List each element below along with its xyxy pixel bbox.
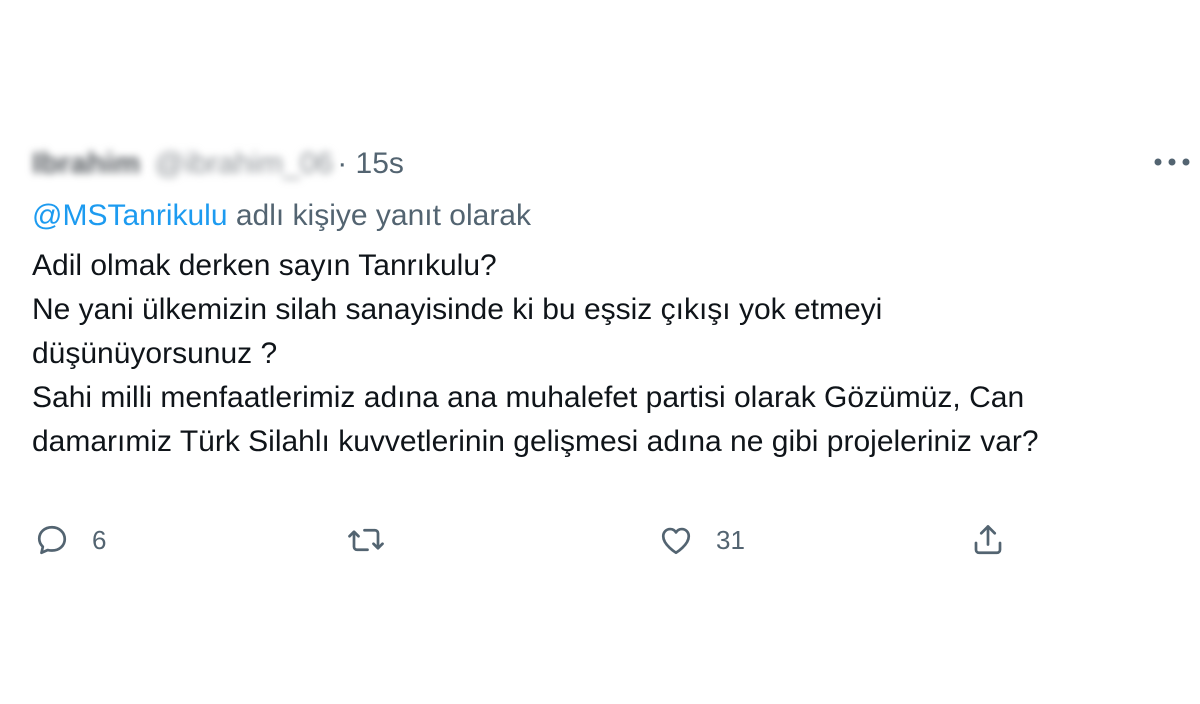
retweet-button[interactable] [346, 522, 408, 558]
blurred-user-identity: Ibrahim @ibrahim_06 [32, 147, 334, 180]
heart-icon [661, 527, 691, 555]
tweet-text-line: Ne yani ülkemizin silah sanayisinde ki b… [32, 293, 883, 326]
retweet-icon [348, 528, 384, 552]
replying-to-line: @MSTanrikulu adlı kişiye yanıt olarak [32, 194, 1192, 238]
reply-suffix-text: adlı kişiye yanıt olarak [227, 199, 531, 232]
like-button[interactable]: 31 [658, 522, 745, 558]
reply-mention-link[interactable]: @MSTanrikulu [32, 199, 228, 232]
tweet-card[interactable]: Ibrahim @ibrahim_06 · 15s @MSTanrikulu ad… [32, 138, 1192, 555]
share-upload-icon [974, 525, 1002, 555]
share-button[interactable] [970, 522, 1006, 558]
tweet-text-line: Sahi milli menfaatlerimiz adına ana muha… [32, 381, 1025, 414]
tweet-text-line: damarımiz Türk Silahlı kuvvetlerinin gel… [32, 425, 1039, 458]
tweet-header: Ibrahim @ibrahim_06 · 15s [32, 138, 1192, 190]
more-horizontal-icon [1154, 158, 1190, 166]
reply-bubble-icon [37, 525, 67, 555]
tweet-timestamp[interactable]: · 15s [337, 147, 404, 181]
tweet-actions-bar: 6 31 [32, 522, 1012, 566]
reply-count: 6 [92, 524, 107, 555]
reply-button[interactable]: 6 [34, 522, 106, 558]
tweet-text-line: Adil olmak derken sayın Tanrıkulu? [32, 249, 497, 282]
like-count: 31 [716, 524, 745, 555]
more-options-button[interactable] [1152, 150, 1192, 174]
tweet-text-line: düşünüyorsunuz ? [32, 337, 278, 370]
tweet-text: Adil olmak derken sayın Tanrıkulu? Ne ya… [32, 244, 1192, 464]
